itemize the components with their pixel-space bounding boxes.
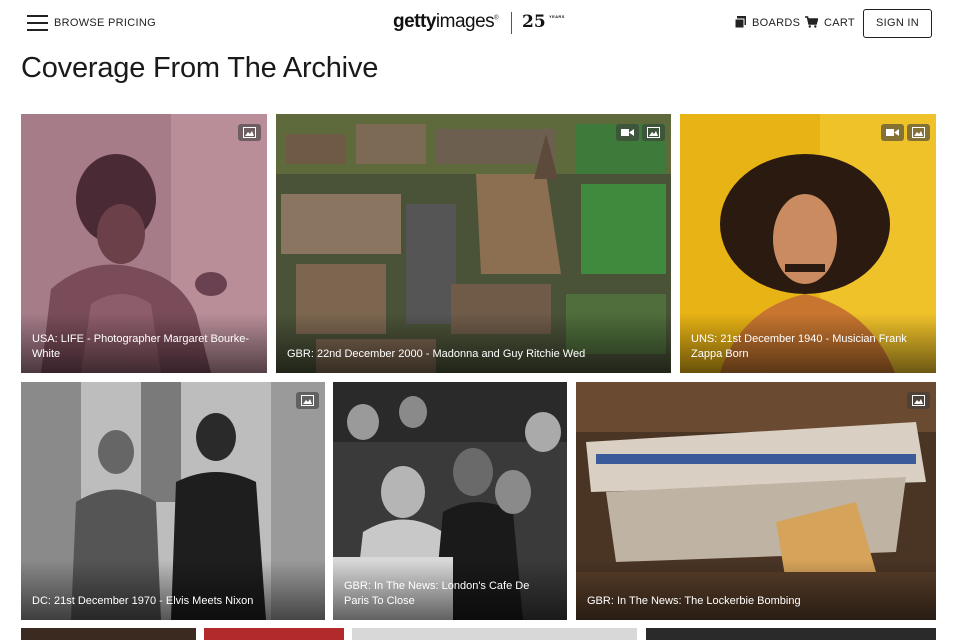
archive-tile-zappa[interactable]: UNS: 21st December 1940 - Musician Frank…: [680, 114, 936, 373]
menu-icon[interactable]: [27, 15, 48, 31]
top-nav-bar: BROWSE PRICING gettyimages® 25 YEARS BOA…: [0, 0, 960, 46]
video-badge: [881, 124, 904, 141]
archive-tile-cafe-de-paris[interactable]: GBR: In The News: London's Cafe De Paris…: [333, 382, 567, 620]
gettyimages-logo[interactable]: gettyimages®: [393, 11, 499, 33]
browse-link[interactable]: BROWSE: [54, 17, 105, 29]
caption-shade: [276, 313, 671, 373]
tile-caption: GBR: 22nd December 2000 - Madonna and Gu…: [287, 348, 586, 360]
image-badge: [238, 124, 261, 141]
page-title: Coverage From The Archive: [21, 52, 379, 84]
image-badge: [296, 392, 319, 409]
archive-tile-bourke-white[interactable]: USA: LIFE - Photographer Margaret Bourke…: [21, 114, 267, 373]
archive-tile-elvis-nixon[interactable]: DC: 21st December 1970 - Elvis Meets Nix…: [21, 382, 325, 620]
image-badge: [907, 124, 930, 141]
sign-in-button[interactable]: SIGN IN: [863, 9, 932, 38]
logo-registered-mark: ®: [494, 15, 499, 22]
boards-icon[interactable]: [735, 16, 748, 28]
tile-caption: UNS: 21st December 1940 - Musician Frank…: [691, 333, 907, 360]
video-icon: [886, 129, 899, 136]
image-icon: [912, 127, 925, 138]
image-icon: [301, 395, 314, 406]
archive-tile-partial[interactable]: [352, 628, 637, 640]
cart-link[interactable]: CART: [824, 17, 855, 29]
archive-tile-lockerbie[interactable]: GBR: In The News: The Lockerbie Bombing: [576, 382, 936, 620]
logo-divider: [511, 12, 512, 34]
archive-tile-partial[interactable]: [21, 628, 196, 640]
image-badge: [642, 124, 665, 141]
anniversary-mark: 25: [522, 12, 546, 32]
video-icon: [621, 129, 634, 136]
caption-shade: [21, 560, 325, 620]
archive-tile-partial[interactable]: [646, 628, 936, 640]
archive-tile-madonna-wedding[interactable]: GBR: 22nd December 2000 - Madonna and Gu…: [276, 114, 671, 373]
tile-caption: GBR: In The News: The Lockerbie Bombing: [587, 595, 801, 607]
image-icon: [243, 127, 256, 138]
anniversary-years: YEARS: [549, 14, 565, 19]
image-icon: [647, 127, 660, 138]
image-icon: [912, 395, 925, 406]
video-badge: [616, 124, 639, 141]
caption-shade: [576, 560, 936, 620]
pricing-link[interactable]: PRICING: [108, 17, 156, 29]
logo-bold-text: getty: [393, 11, 436, 32]
tile-caption: DC: 21st December 1970 - Elvis Meets Nix…: [32, 595, 254, 607]
archive-tile-partial[interactable]: [204, 628, 344, 640]
cart-icon[interactable]: [805, 16, 818, 28]
tile-caption: USA: LIFE - Photographer Margaret Bourke…: [32, 333, 250, 360]
boards-link[interactable]: BOARDS: [752, 17, 800, 29]
tile-caption: GBR: In The News: London's Cafe De Paris…: [344, 580, 530, 607]
logo-light-text: images: [435, 11, 495, 32]
image-badge: [907, 392, 930, 409]
